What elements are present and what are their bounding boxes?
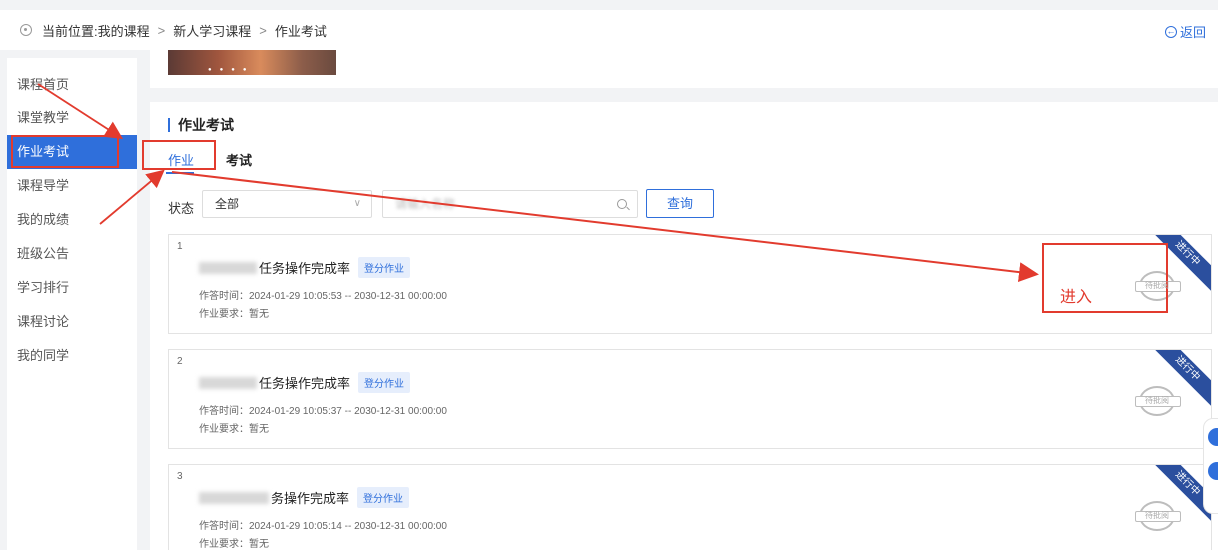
- sidebar-item-course-guide[interactable]: 课程导学: [7, 169, 137, 203]
- search-input[interactable]: 请输入名称: [382, 190, 638, 218]
- assignment-title-row[interactable]: 任务操作完成率 登分作业: [199, 372, 411, 393]
- back-arrow-icon: ←: [1164, 25, 1177, 38]
- sidebar-item-class-notices[interactable]: 班级公告: [7, 237, 137, 271]
- location-pin-icon: [20, 24, 32, 36]
- sidebar-item-classmates[interactable]: 我的同学: [7, 339, 137, 373]
- annotation-enter-label: 进入: [1060, 289, 1093, 306]
- redacted-text: [199, 491, 269, 504]
- course-sidebar: 课程首页 课堂教学 作业考试 课程导学 我的成绩 班级公告 学习排行 课程讨论 …: [7, 58, 137, 550]
- graded-assignment-badge: 登分作业: [357, 487, 410, 508]
- answer-time: 作答时间：2024-01-29 10:05:53 -- 2030-12-31 0…: [199, 291, 447, 302]
- annotation-highlight-tab: [142, 140, 216, 170]
- search-placeholder: 请输入名称: [395, 197, 456, 211]
- assignment-requirement: 作业要求：暂无: [199, 539, 269, 550]
- pending-review-stamp-icon[interactable]: 待批阅: [1135, 501, 1181, 531]
- main-content: 作业考试 作业 考试 状态 全部 ∨ 请输入名称 查询 1 任务操作完成率 登分…: [150, 102, 1218, 550]
- assignment-requirement: 作业要求：暂无: [199, 424, 269, 435]
- tab-exams[interactable]: 考试: [226, 150, 252, 169]
- assignment-title-row[interactable]: 务操作完成率 登分作业: [199, 487, 410, 508]
- status-select[interactable]: 全部 ∨: [202, 190, 372, 218]
- answer-time: 作答时间：2024-01-29 10:05:37 -- 2030-12-31 0…: [199, 406, 447, 417]
- breadcrumb-separator: >: [157, 22, 166, 38]
- assignment-card[interactable]: 2 任务操作完成率 登分作业 作答时间：2024-01-29 10:05:37 …: [168, 349, 1212, 449]
- assignment-title-row[interactable]: 任务操作完成率 登分作业: [199, 257, 411, 278]
- search-icon[interactable]: [617, 199, 627, 209]
- section-title: 作业考试: [168, 118, 234, 132]
- assignment-requirement: 作业要求：暂无: [199, 309, 269, 320]
- status-select-value: 全部: [215, 197, 240, 211]
- banner-caption-dots: ●●●●: [208, 67, 255, 73]
- annotation-highlight-sidebar: [11, 135, 119, 168]
- status-filter-label: 状态: [168, 201, 195, 216]
- active-tab-underline: [166, 172, 194, 174]
- graded-assignment-badge: 登分作业: [358, 372, 411, 393]
- pending-review-stamp-icon[interactable]: 待批阅: [1135, 386, 1181, 416]
- sidebar-item-my-grades[interactable]: 我的成绩: [7, 203, 137, 237]
- back-label: 返回: [1179, 25, 1206, 40]
- breadcrumb-bar: 当前位置:我的课程 > 新人学习课程 > 作业考试 ← 返回: [0, 10, 1218, 50]
- chevron-down-icon: ∨: [353, 198, 361, 209]
- breadcrumb-current-page: 作业考试: [274, 23, 327, 39]
- assignment-number: 1: [177, 241, 183, 252]
- graded-assignment-badge: 登分作业: [358, 257, 411, 278]
- assignment-number: 3: [177, 471, 183, 482]
- assignment-title[interactable]: 任务操作完成率: [259, 258, 350, 277]
- sidebar-item-ranking[interactable]: 学习排行: [7, 271, 137, 305]
- assignment-title[interactable]: 任务操作完成率: [259, 373, 350, 392]
- breadcrumb-location[interactable]: 当前位置:我的课程: [42, 21, 150, 40]
- breadcrumb-course[interactable]: 新人学习课程: [173, 21, 251, 40]
- assignment-card[interactable]: 3 务操作完成率 登分作业 作答时间：2024-01-29 10:05:14 -…: [168, 464, 1212, 550]
- breadcrumb-separator: >: [259, 22, 267, 38]
- sidebar-item-discussion[interactable]: 课程讨论: [7, 305, 137, 339]
- query-button[interactable]: 查询: [646, 189, 714, 218]
- sidebar-item-classroom[interactable]: 课堂教学: [7, 101, 137, 135]
- assignment-number: 2: [177, 356, 183, 367]
- course-banner-panel: ●●●●: [150, 50, 1218, 88]
- sidebar-item-course-home[interactable]: 课程首页: [7, 68, 137, 102]
- redacted-text: [199, 261, 257, 274]
- course-banner-image: ●●●●: [168, 50, 336, 75]
- assignment-title[interactable]: 务操作完成率: [271, 488, 349, 507]
- redacted-text: [199, 376, 257, 389]
- answer-time: 作答时间：2024-01-29 10:05:14 -- 2030-12-31 0…: [199, 521, 447, 532]
- back-button[interactable]: ← 返回: [1164, 22, 1206, 41]
